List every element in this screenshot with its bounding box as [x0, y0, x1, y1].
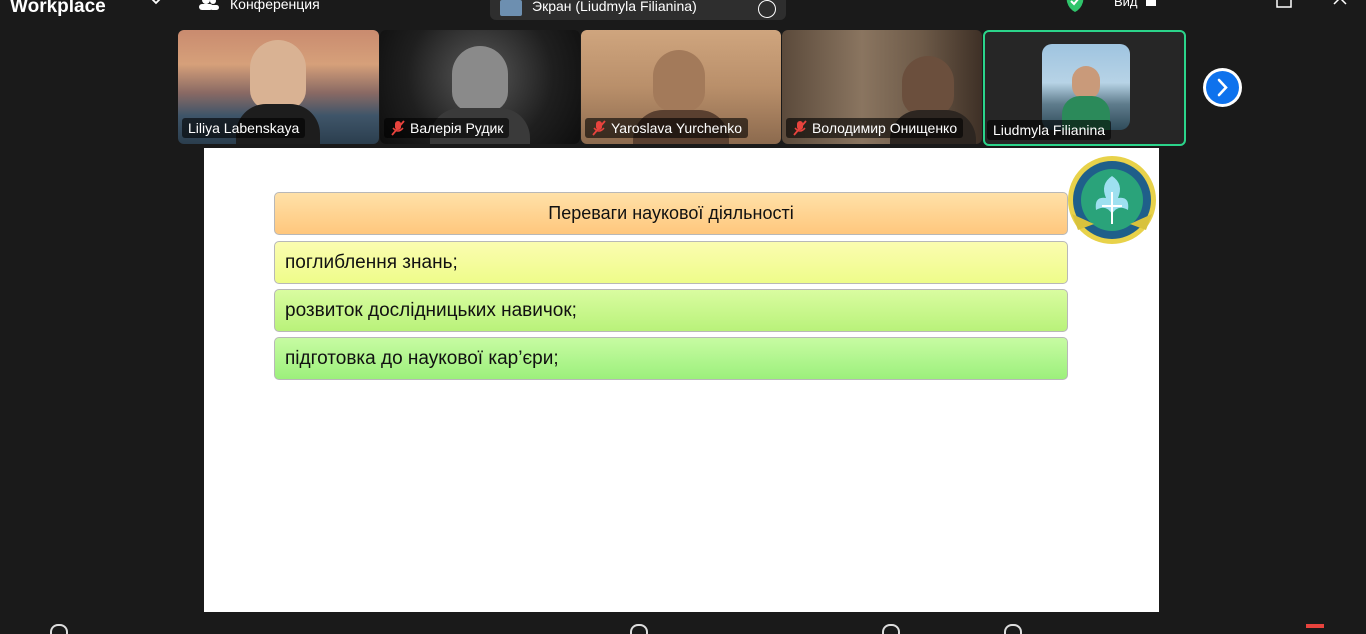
participant-name: Liliya Labenskaya [188, 120, 300, 136]
slide-item: поглиблення знань; [274, 241, 1068, 284]
screen-share-indicator[interactable]: Экран (Liudmyla Filianina) [490, 0, 786, 20]
next-page-button[interactable] [1203, 68, 1242, 107]
mic-muted-icon [592, 120, 606, 136]
participant-tile[interactable]: Yaroslava Yurchenko [581, 30, 781, 144]
view-grid-icon [1145, 0, 1156, 6]
person-silhouette [653, 50, 705, 112]
app-name: Workplace [10, 0, 106, 17]
participant-name: Liudmyla Filianina [993, 122, 1106, 138]
person-silhouette [902, 56, 954, 116]
leave-button[interactable] [1306, 624, 1324, 628]
view-label: Вид [1114, 0, 1138, 9]
mic-muted-icon [391, 120, 405, 136]
toolbar-icon[interactable] [1004, 624, 1022, 634]
conference-label: Конференция [230, 0, 320, 12]
mic-icon[interactable] [50, 624, 68, 634]
slide-item: розвиток дослідницьких навичок; [274, 289, 1068, 332]
participant-tile-active[interactable]: Liudmyla Filianina [983, 30, 1186, 146]
participant-name-tag: Liudmyla Filianina [987, 120, 1112, 140]
slide-title: Переваги наукової діяльності [274, 192, 1068, 235]
participant-tile[interactable]: Володимир Онищенко [782, 30, 982, 144]
conference-icon [199, 0, 219, 10]
mic-muted-icon [793, 120, 807, 136]
next-button-inner [1206, 71, 1239, 104]
view-button[interactable]: Вид [1114, 0, 1156, 9]
next-arrow-icon [1217, 78, 1228, 97]
toolbar-icon[interactable] [882, 624, 900, 634]
participant-name-tag: Yaroslava Yurchenko [585, 118, 749, 138]
share-thumbnail [500, 0, 522, 16]
person-silhouette [250, 40, 306, 110]
conference-button[interactable]: Конференция [198, 0, 320, 14]
shared-slide: Переваги наукової діяльності поглиблення… [204, 148, 1159, 612]
participant-name-tag: Liliya Labenskaya [182, 118, 306, 138]
shield-icon[interactable] [1064, 0, 1086, 12]
participant-tile[interactable]: Liliya Labenskaya [178, 30, 379, 144]
person-silhouette [452, 46, 508, 112]
top-bar: Workplace Конференция Экран (Liudmyla Fi… [0, 0, 1366, 28]
toolbar-icon[interactable] [630, 624, 648, 634]
slide-item: підготовка до наукової кар’єри; [274, 337, 1068, 380]
participant-strip: Liliya Labenskaya Валерія Рудик Yaroslav… [178, 30, 1186, 146]
participant-name: Yaroslava Yurchenko [611, 120, 743, 136]
popout-icon[interactable] [1276, 0, 1294, 8]
participant-name: Валерія Рудик [410, 120, 504, 136]
share-label: Экран (Liudmyla Filianina) [532, 0, 697, 14]
participant-name: Володимир Онищенко [812, 120, 958, 136]
logo-emblem [1068, 156, 1156, 244]
participant-name-tag: Володимир Онищенко [786, 118, 964, 138]
participant-name-tag: Валерія Рудик [384, 118, 510, 138]
avatar [1042, 44, 1130, 130]
close-icon[interactable] [1330, 0, 1350, 8]
chevron-down-icon[interactable] [146, 0, 166, 14]
more-icon[interactable] [758, 0, 776, 18]
participant-tile[interactable]: Валерія Рудик [380, 30, 580, 144]
bottom-toolbar [0, 612, 1366, 634]
